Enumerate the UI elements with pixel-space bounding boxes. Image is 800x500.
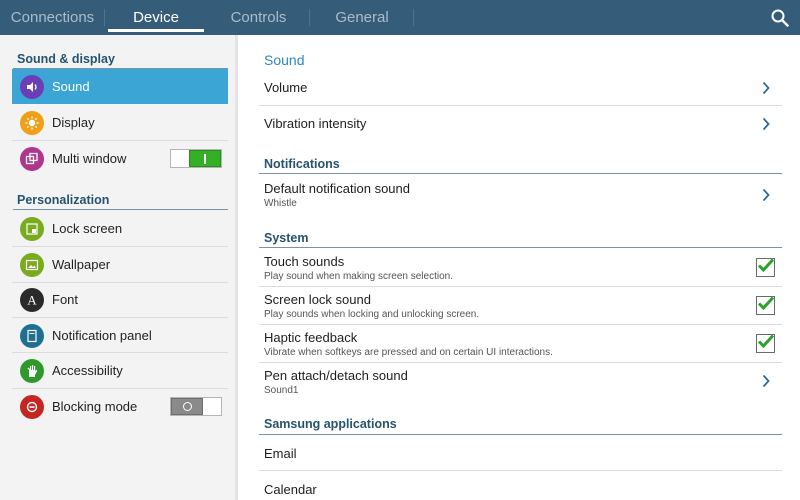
sidebar-item-label: Blocking mode [52, 399, 138, 414]
section-header-sound-display: Sound & display [17, 52, 115, 66]
list-item-label: Screen lock sound [264, 292, 371, 307]
active-tab-indicator [108, 29, 204, 32]
sidebar-item-label: Accessibility [52, 363, 123, 378]
tab-divider [413, 9, 414, 26]
sidebar-item-label: Sound [52, 79, 90, 94]
tab-connections[interactable]: Connections [0, 0, 105, 35]
screen-lock-sound-checkbox[interactable] [756, 296, 775, 315]
sidebar-item-label: Lock screen [52, 221, 123, 236]
tab-controls[interactable]: Controls [207, 0, 310, 35]
page-title: Sound [264, 52, 305, 68]
checkmark-icon [757, 334, 775, 349]
tab-controls-label: Controls [230, 9, 287, 26]
toggle-on-mark [204, 154, 206, 164]
settings-detail-panel: Sound Volume Vibration intensity Notific… [241, 35, 800, 500]
sidebar-item-label: Notification panel [52, 328, 152, 343]
toggle-off-thumb [171, 398, 203, 415]
list-item-label: Default notification sound [264, 181, 410, 196]
svg-text:A: A [27, 293, 37, 307]
list-item-label: Email [264, 446, 297, 461]
sidebar-item-label: Display [52, 115, 95, 130]
search-button[interactable] [760, 0, 800, 35]
tab-device[interactable]: Device [105, 0, 207, 35]
list-item-label: Pen attach/detach sound [264, 368, 408, 383]
section-header-personalization: Personalization [17, 193, 110, 207]
font-icon: A [20, 287, 44, 312]
hand-icon [20, 358, 44, 383]
tab-general[interactable]: General [310, 0, 414, 35]
list-item-label: Touch sounds [264, 254, 345, 269]
list-item-vibration-intensity[interactable]: Vibration intensity [259, 106, 782, 141]
search-icon [771, 9, 789, 27]
list-item-haptic-feedback[interactable]: Haptic feedback Vibrate when softkeys ar… [259, 325, 782, 362]
section-header-samsung-applications: Samsung applications [264, 417, 397, 431]
multi-window-icon [20, 146, 44, 171]
sidebar-item-font[interactable]: A Font [12, 282, 228, 317]
list-item-email[interactable]: Email [259, 435, 782, 470]
section-divider [13, 209, 228, 210]
sidebar-item-blocking-mode[interactable]: Blocking mode [12, 389, 228, 424]
sidebar-item-accessibility[interactable]: Accessibility [12, 353, 228, 388]
list-item-subtitle: Sound1 [264, 385, 299, 396]
list-item-default-notification-sound[interactable]: Default notification sound Whistle [259, 175, 782, 213]
checkmark-icon [757, 296, 775, 311]
list-item-subtitle: Whistle [264, 198, 297, 209]
list-item-touch-sounds[interactable]: Touch sounds Play sound when making scre… [259, 249, 782, 286]
chevron-right-icon [762, 81, 770, 95]
list-item-screen-lock-sound[interactable]: Screen lock sound Play sounds when locki… [259, 287, 782, 324]
sidebar-item-notification-panel[interactable]: Notification panel [12, 318, 228, 353]
list-item-pen-attach-detach-sound[interactable]: Pen attach/detach sound Sound1 [259, 363, 782, 400]
sidebar-item-label: Font [52, 292, 79, 307]
sidebar-item-wallpaper[interactable]: Wallpaper [12, 247, 228, 282]
sidebar-item-lock-screen[interactable]: Lock screen [12, 211, 228, 246]
blocking-mode-toggle[interactable] [170, 397, 222, 416]
sidebar-item-label: Wallpaper [52, 257, 111, 272]
sidebar-item-multi-window[interactable]: Multi window [12, 141, 228, 176]
sidebar-item-label: Multi window [52, 151, 127, 166]
section-header-system: System [264, 231, 309, 245]
tab-connections-label: Connections [10, 9, 95, 26]
tab-device-label: Device [133, 9, 179, 26]
haptic-feedback-checkbox[interactable] [756, 334, 775, 353]
list-item-label: Calendar [264, 482, 317, 497]
sidebar-item-sound[interactable]: Sound [12, 69, 228, 104]
list-item-subtitle: Play sounds when locking and unlocking s… [264, 309, 480, 320]
tab-general-label: General [335, 9, 389, 26]
chevron-right-icon [762, 117, 770, 131]
section-header-notifications: Notifications [264, 157, 340, 171]
lock-screen-icon [20, 216, 44, 241]
notification-panel-icon [20, 323, 44, 348]
speaker-icon [20, 74, 44, 99]
brightness-icon [20, 110, 44, 135]
list-item-subtitle: Play sound when making screen selection. [264, 271, 453, 282]
section-divider [259, 173, 782, 174]
list-item-volume[interactable]: Volume [259, 70, 782, 105]
sidebar-item-display[interactable]: Display [12, 105, 228, 140]
list-item-label: Vibration intensity [264, 116, 367, 131]
chevron-right-icon [762, 374, 770, 388]
touch-sounds-checkbox[interactable] [756, 258, 775, 277]
top-tab-bar: Connections Device Controls General [0, 0, 800, 35]
settings-sidebar: Sound & display Sound Display Multi wind… [0, 35, 238, 500]
toggle-off-mark [183, 402, 192, 411]
blocking-icon [20, 394, 44, 419]
list-item-calendar[interactable]: Calendar [259, 471, 782, 500]
section-divider [259, 247, 782, 248]
toggle-on-thumb [189, 150, 221, 167]
checkmark-icon [757, 258, 775, 273]
chevron-right-icon [762, 188, 770, 202]
multi-window-toggle[interactable] [170, 149, 222, 168]
list-item-subtitle: Vibrate when softkeys are pressed and on… [264, 347, 553, 358]
list-item-label: Haptic feedback [264, 330, 358, 345]
list-item-label: Volume [264, 80, 308, 95]
wallpaper-icon [20, 252, 44, 277]
